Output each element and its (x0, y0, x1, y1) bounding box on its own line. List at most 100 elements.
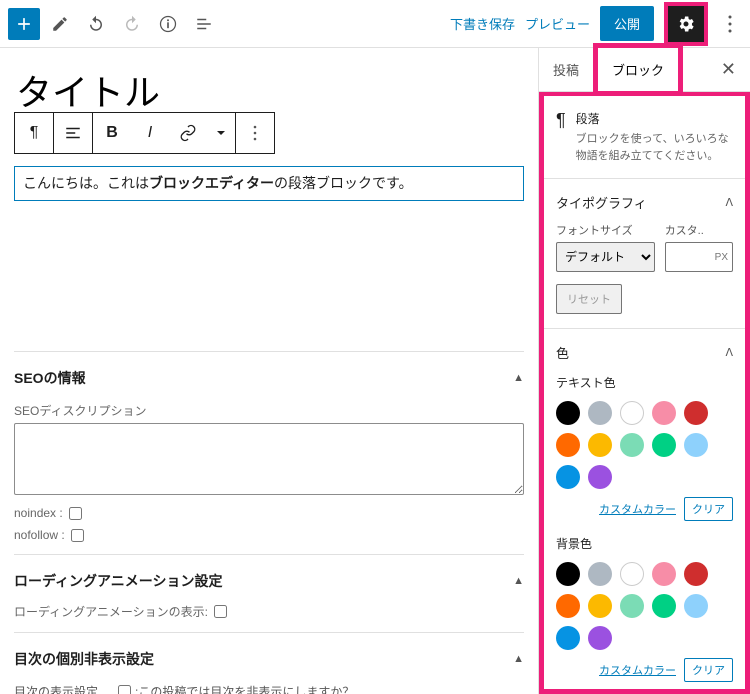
color-title: 色 (556, 343, 569, 362)
toolbar-left (8, 8, 220, 40)
outline-button[interactable] (188, 8, 220, 40)
color-swatch[interactable] (588, 562, 612, 586)
noindex-checkbox[interactable] (69, 507, 82, 520)
bg-color-section: 背景色 カスタムカラー クリア (556, 535, 733, 682)
color-swatch[interactable] (556, 626, 580, 650)
block-intro-panel: ¶ 段落 ブロックを使って、いろいろな物語を組み立ててください。 (544, 96, 745, 179)
color-swatch[interactable] (652, 433, 676, 457)
close-sidebar-button[interactable]: ✕ (707, 59, 750, 80)
custom-bg-color-link[interactable]: カスタムカラー (599, 662, 676, 678)
nofollow-checkbox[interactable] (71, 529, 84, 542)
toc-display-label: 目次の表示設定 (14, 683, 98, 694)
reset-button[interactable]: リセット (556, 284, 622, 314)
top-toolbar: 下書き保存 プレビュー 公開 (0, 0, 750, 48)
loading-anim-title: ローディングアニメーション設定 (14, 571, 222, 591)
block-more-button[interactable] (236, 113, 274, 153)
color-swatch[interactable] (556, 562, 580, 586)
info-button[interactable] (152, 8, 184, 40)
tab-post[interactable]: 投稿 (539, 48, 593, 91)
color-swatch[interactable] (684, 562, 708, 586)
settings-button[interactable] (668, 6, 704, 42)
color-swatch[interactable] (684, 401, 708, 425)
more-menu-button[interactable] (718, 15, 742, 33)
typography-title: タイポグラフィ (556, 193, 647, 212)
color-swatch[interactable] (588, 401, 612, 425)
chevron-up-icon: ▲ (513, 372, 524, 384)
seo-panel-title: SEOの情報 (14, 368, 86, 388)
italic-button[interactable]: I (131, 113, 169, 153)
chevron-up-icon: ᐱ (725, 196, 733, 209)
color-swatch[interactable] (684, 433, 708, 457)
color-swatch[interactable] (620, 401, 644, 425)
nofollow-label: nofollow : (14, 528, 65, 542)
color-swatch[interactable] (556, 433, 580, 457)
color-swatch[interactable] (588, 626, 612, 650)
seo-panel-header[interactable]: SEOの情報 ▲ (14, 364, 524, 392)
color-swatch[interactable] (556, 594, 580, 618)
editor-canvas: タイトル ¶ B I (0, 48, 538, 694)
save-draft-link[interactable]: 下書き保存 (450, 14, 515, 33)
tab-block[interactable]: ブロック (598, 48, 678, 91)
paragraph-text-post: の段落ブロックです。 (274, 175, 413, 191)
color-swatch[interactable] (588, 594, 612, 618)
more-rich-text-button[interactable] (207, 113, 235, 153)
block-type-desc: ブロックを使って、いろいろな物語を組み立ててください。 (576, 131, 733, 164)
loading-display-label: ローディングアニメーションの表示: (14, 603, 208, 620)
toc-hide-panel: 目次の個別非表示設定 ▲ 目次の表示設定 :この投稿では目次を非表示にしますか？ (14, 632, 524, 694)
redo-button[interactable] (116, 8, 148, 40)
loading-display-checkbox[interactable] (214, 605, 227, 618)
seo-desc-textarea[interactable] (14, 423, 524, 495)
text-color-section: テキスト色 カスタムカラー クリア (556, 374, 733, 521)
color-header[interactable]: 色 ᐱ (556, 343, 733, 362)
loading-anim-header[interactable]: ローディングアニメーション設定 ▲ (14, 567, 524, 595)
typography-header[interactable]: タイポグラフィ ᐱ (556, 193, 733, 212)
toc-hide-header[interactable]: 目次の個別非表示設定 ▲ (14, 645, 524, 673)
block-type-name: 段落 (576, 110, 733, 127)
block-toolbar: ¶ B I (14, 112, 275, 154)
chevron-up-icon: ▲ (513, 653, 524, 665)
color-swatch[interactable] (652, 401, 676, 425)
color-swatch[interactable] (620, 433, 644, 457)
color-swatch[interactable] (556, 401, 580, 425)
color-swatch[interactable] (588, 465, 612, 489)
text-color-label: テキスト色 (556, 374, 733, 391)
sidebar: 投稿 ブロック ✕ ¶ 段落 ブロックを使って、いろいろな物語を組み立ててくださ… (538, 48, 750, 694)
typography-panel: タイポグラフィ ᐱ フォントサイズ デフォルト カスタ.. リセット (544, 179, 745, 329)
undo-button[interactable] (80, 8, 112, 40)
paragraph-block[interactable]: こんにちは。これはブロックエディターの段落ブロックです。 (14, 166, 524, 201)
paragraph-text-bold: ブロックエディター (149, 175, 274, 191)
align-button[interactable] (54, 113, 92, 153)
chevron-up-icon: ▲ (513, 575, 524, 587)
loading-anim-panel: ローディングアニメーション設定 ▲ ローディングアニメーションの表示: (14, 554, 524, 632)
custom-color-link[interactable]: カスタムカラー (599, 501, 676, 517)
color-swatch[interactable] (684, 594, 708, 618)
font-size-select[interactable]: デフォルト (556, 242, 655, 272)
color-swatch[interactable] (588, 433, 612, 457)
settings-highlight (664, 2, 708, 46)
clear-text-color-button[interactable]: クリア (684, 497, 733, 521)
add-block-button[interactable] (8, 8, 40, 40)
toc-hide-checkbox[interactable] (118, 685, 131, 694)
color-swatch[interactable] (556, 465, 580, 489)
color-swatch[interactable] (652, 562, 676, 586)
edit-mode-icon[interactable] (44, 8, 76, 40)
publish-button[interactable]: 公開 (600, 6, 654, 41)
bold-button[interactable]: B (93, 113, 131, 153)
color-swatch[interactable] (652, 594, 676, 618)
link-button[interactable] (169, 113, 207, 153)
paragraph-icon: ¶ (556, 110, 566, 131)
bg-color-label: 背景色 (556, 535, 733, 552)
color-panel: 色 ᐱ テキスト色 カスタムカラー クリア 背景色 (544, 329, 745, 694)
color-swatch[interactable] (620, 594, 644, 618)
preview-link[interactable]: プレビュー (525, 14, 590, 33)
sidebar-content-highlight: ¶ 段落 ブロックを使って、いろいろな物語を組み立ててください。 タイポグラフィ… (539, 91, 750, 694)
toc-hide-title: 目次の個別非表示設定 (14, 649, 154, 669)
font-size-label: フォントサイズ (556, 222, 655, 238)
custom-size-input[interactable] (665, 242, 733, 272)
post-title[interactable]: タイトル (14, 64, 524, 116)
seo-panel: SEOの情報 ▲ SEOディスクリプション noindex : nofollow… (14, 351, 524, 554)
chevron-up-icon: ᐱ (725, 346, 733, 359)
clear-bg-color-button[interactable]: クリア (684, 658, 733, 682)
block-type-button[interactable]: ¶ (15, 113, 53, 153)
color-swatch[interactable] (620, 562, 644, 586)
